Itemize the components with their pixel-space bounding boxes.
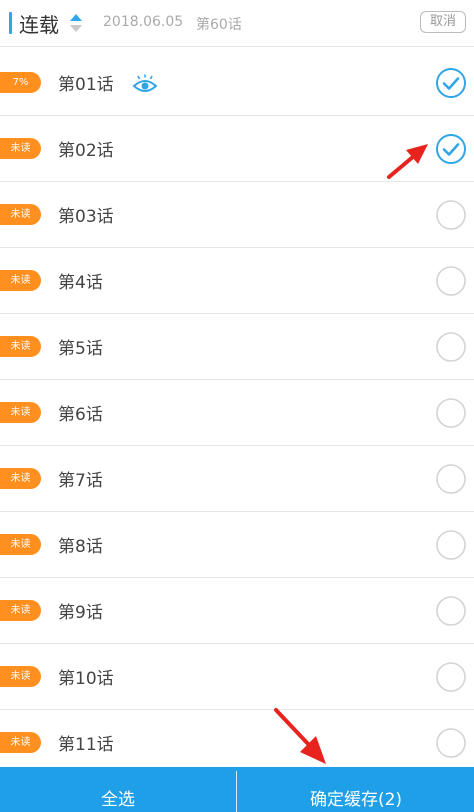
- chapter-title: 第5话: [58, 339, 103, 359]
- header: 连载 2018.06.05 第60话 取消: [0, 0, 474, 47]
- read-status-badge: 未读: [0, 336, 41, 357]
- chapter-row[interactable]: 未读 第7话: [0, 446, 474, 512]
- chapter-title: 第03话: [58, 207, 114, 227]
- cancel-button[interactable]: 取消: [420, 11, 466, 33]
- read-status-badge: 未读: [0, 270, 41, 291]
- chapter-title: 第4话: [58, 273, 103, 293]
- update-date: 2018.06.05: [103, 14, 184, 30]
- eye-icon: [132, 74, 158, 92]
- read-status-badge: 未读: [0, 402, 41, 423]
- chapter-title: 第8话: [58, 537, 103, 557]
- empty-circle-icon[interactable]: [435, 265, 467, 297]
- empty-circle-icon[interactable]: [435, 529, 467, 561]
- sort-icon[interactable]: [69, 13, 83, 33]
- check-circle-icon[interactable]: [435, 133, 467, 165]
- chapter-row[interactable]: 未读 第03话: [0, 182, 474, 248]
- read-status-badge: 未读: [0, 534, 41, 555]
- select-all-button[interactable]: 全选: [0, 767, 236, 812]
- annotation-arrow-icon: [274, 708, 326, 764]
- chapter-title: 第02话: [58, 141, 114, 161]
- read-status-badge: 未读: [0, 666, 41, 687]
- read-status-badge: 未读: [0, 600, 41, 621]
- empty-circle-icon[interactable]: [435, 199, 467, 231]
- empty-circle-icon[interactable]: [435, 661, 467, 693]
- read-status-badge: 未读: [0, 732, 41, 753]
- chapter-title: 第6话: [58, 405, 103, 425]
- footer-divider: [236, 771, 237, 812]
- empty-circle-icon[interactable]: [435, 331, 467, 363]
- chapter-title: 第9话: [58, 603, 103, 623]
- chapter-row[interactable]: 未读 第10话: [0, 644, 474, 710]
- chapter-row[interactable]: 7% 第01话: [0, 50, 474, 116]
- page-title: 连载: [19, 13, 59, 37]
- chapter-row[interactable]: 未读 第4话: [0, 248, 474, 314]
- empty-circle-icon[interactable]: [435, 595, 467, 627]
- chapter-title: 第7话: [58, 471, 103, 491]
- chapter-row[interactable]: 未读 第9话: [0, 578, 474, 644]
- title-accent-bar: [9, 12, 12, 34]
- empty-circle-icon[interactable]: [435, 727, 467, 759]
- chapter-title: 第11话: [58, 735, 114, 755]
- annotation-arrow-icon: [387, 144, 428, 179]
- chapter-row[interactable]: 未读 第6话: [0, 380, 474, 446]
- confirm-cache-button[interactable]: 确定缓存(2): [238, 767, 474, 812]
- check-circle-icon[interactable]: [435, 67, 467, 99]
- read-status-badge: 未读: [0, 204, 41, 225]
- chapter-row[interactable]: 未读 第8话: [0, 512, 474, 578]
- empty-circle-icon[interactable]: [435, 397, 467, 429]
- chapter-title: 第10话: [58, 669, 114, 689]
- latest-chapter: 第60话: [196, 17, 242, 33]
- chapter-row[interactable]: 未读 第5话: [0, 314, 474, 380]
- empty-circle-icon[interactable]: [435, 463, 467, 495]
- chapter-title: 第01话: [58, 75, 114, 95]
- read-status-badge: 未读: [0, 468, 41, 489]
- read-status-badge: 未读: [0, 138, 41, 159]
- read-status-badge: 7%: [0, 72, 41, 93]
- footer-bar: 全选 确定缓存(2): [0, 767, 474, 812]
